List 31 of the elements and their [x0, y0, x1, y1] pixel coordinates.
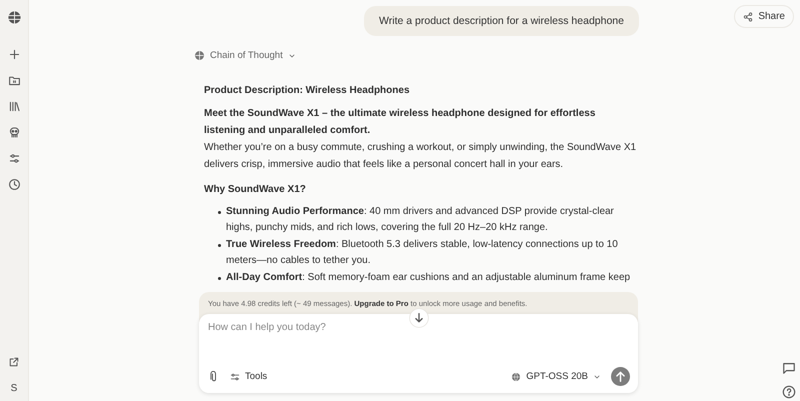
bullet-icon [218, 211, 221, 214]
external-link-icon[interactable] [8, 356, 20, 368]
section-heading: Why SoundWave X1? [204, 183, 307, 197]
bullet-icon [218, 277, 221, 280]
user-message: Write a product description for a wireless headphone [364, 6, 639, 36]
user-avatar[interactable]: S [10, 383, 18, 394]
history-icon[interactable] [8, 178, 20, 191]
lead-paragraph: Meet the SoundWave X1 – the ultimate wireless headphone designed for effortless listening and unparalleled comfort. [204, 107, 596, 138]
list-item-text: All‑Day Comfort: Soft memory‑foam ear cushions and an adjustable aluminum frame keep [226, 271, 630, 285]
send-icon[interactable] [611, 367, 630, 386]
share-icon [743, 12, 754, 22]
logo-icon[interactable] [6, 10, 22, 25]
folder-icon[interactable] [8, 74, 20, 87]
library-icon[interactable] [8, 100, 20, 113]
model-selector[interactable]: GPT-OSS 20B [511, 371, 601, 382]
list-item-text: Stunning Audio Performance: 40 mm drivers and advanced DSP provide crystal‑clear highs, punchy mids, and rich lows, covering the full 20 Hz–20 kHz range. [226, 205, 615, 235]
message-input[interactable]: How can I help you today? Tools GPT-OSS 20B [199, 314, 638, 393]
share-button[interactable]: Share [734, 5, 794, 28]
chain-of-thought-toggle[interactable]: Chain of Thought [194, 50, 296, 61]
plus-icon[interactable] [8, 48, 20, 61]
tools-button[interactable]: Tools [230, 371, 268, 382]
globe-icon [511, 372, 522, 382]
sliders-icon[interactable] [8, 152, 20, 165]
chat-bubble-icon[interactable] [782, 361, 796, 375]
sliders-icon [230, 372, 240, 382]
list-item-text: True Wireless Freedom: Bluetooth 5.3 delivers stable, low‑latency connections up to 10 meters—no cables to tether you. [226, 238, 619, 268]
scroll-down-icon[interactable] [409, 308, 429, 328]
help-icon[interactable] [782, 385, 796, 399]
bullet-icon [218, 244, 221, 247]
section-heading: Product Description: Wireless Headphones [204, 84, 411, 98]
paragraph: Whether you’re on a busy commute, crushing a workout, or simply unwinding, the SoundWave X1 delivers crisp, immersive audio that feels like a personal concert hall in your ears. [204, 141, 638, 172]
